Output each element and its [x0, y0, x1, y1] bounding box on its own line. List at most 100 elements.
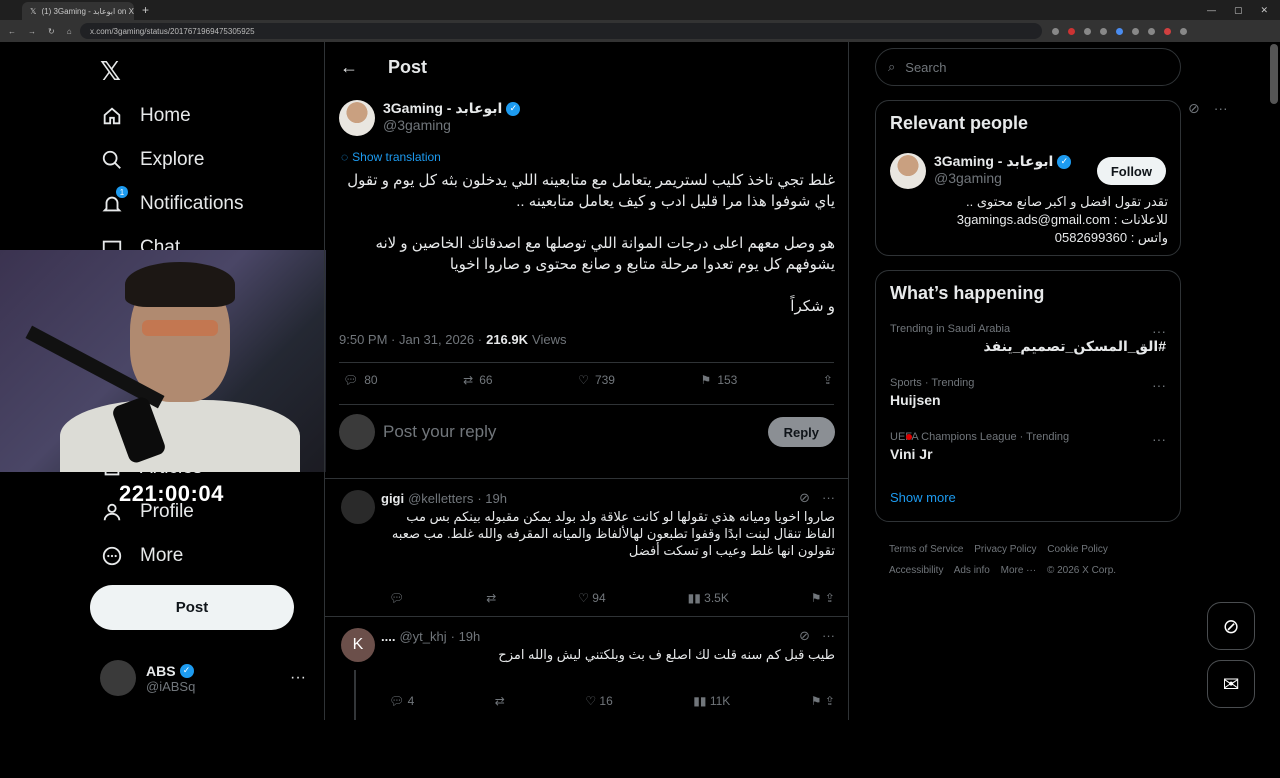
- minimize-icon[interactable]: —: [1207, 5, 1216, 16]
- footer-link[interactable]: Cookie Policy: [1047, 544, 1108, 555]
- extension-icon[interactable]: [1084, 27, 1091, 35]
- back-arrow-icon[interactable]: ←: [340, 57, 358, 78]
- bookmark-share[interactable]: ⚑ ⇪: [811, 591, 835, 605]
- views-count: 3.5K: [704, 591, 729, 605]
- extension-icon[interactable]: [1068, 27, 1075, 35]
- reply-item[interactable]: gigi @kelletters · 19h ⊘ ··· صاروا اخويا …: [339, 490, 835, 620]
- extensions-bar: [1052, 27, 1187, 35]
- menu-icon[interactable]: [1180, 27, 1187, 35]
- search-icon: ⌕: [888, 59, 896, 74]
- search-placeholder: Search: [905, 59, 947, 75]
- like-action[interactable]: ♡ 16: [585, 694, 612, 708]
- back-icon[interactable]: ←: [8, 27, 16, 36]
- reply-author-handle[interactable]: @yt_khj: [399, 629, 446, 644]
- reply-author-name[interactable]: ....: [381, 629, 395, 644]
- stream-timer: 221:00:04: [119, 481, 224, 506]
- reply-author-name[interactable]: gigi: [381, 491, 404, 506]
- grok-icon[interactable]: ⊘: [799, 628, 810, 644]
- divider: [339, 404, 834, 405]
- reply-author-handle[interactable]: @kelletters: [408, 491, 473, 506]
- extension-icon[interactable]: [1116, 27, 1123, 35]
- author-avatar[interactable]: [339, 100, 375, 136]
- bell-icon: 1: [100, 186, 128, 216]
- maximize-icon[interactable]: ▢: [1234, 5, 1243, 16]
- show-more-link[interactable]: Show more: [890, 490, 956, 505]
- author-handle[interactable]: @3gaming: [383, 117, 520, 133]
- like-action[interactable]: ♡ 739: [578, 373, 615, 387]
- reply-avatar[interactable]: K: [341, 628, 375, 662]
- author-name[interactable]: 3Gaming - ابوعابد: [383, 100, 502, 117]
- reply-action[interactable]: 💬︎ 80: [343, 373, 378, 387]
- account-switcher[interactable]: ABS ✓ @iABSq ···: [100, 660, 306, 696]
- trend-more-icon[interactable]: ···: [1152, 323, 1166, 339]
- nav-notifications[interactable]: 1 Notifications: [100, 186, 244, 216]
- browser-tabstrip: 𝕏 (1) 3Gaming - ابوعابد on X: "غلط... × …: [0, 0, 1280, 20]
- footer-link[interactable]: More ···: [1001, 565, 1037, 576]
- forward-icon[interactable]: →: [28, 27, 36, 36]
- grok-fab-icon[interactable]: ⊘: [1207, 602, 1255, 650]
- trend-more-icon[interactable]: ···: [1152, 431, 1166, 447]
- reply-action[interactable]: 💬︎ 4: [389, 694, 414, 708]
- footer-link[interactable]: Privacy Policy: [974, 544, 1036, 555]
- trend-item[interactable]: Trending in Saudi Arabia #الق_المسكن_تصم…: [876, 315, 1180, 369]
- bookmark-share[interactable]: ⚑ ⇪: [811, 694, 835, 708]
- close-window-icon[interactable]: ✕: [1260, 5, 1268, 16]
- divider: [325, 616, 848, 617]
- reply-input[interactable]: Post your reply: [383, 422, 496, 442]
- nav-explore[interactable]: Explore: [100, 148, 204, 172]
- bookmark-icon: ⚑: [700, 373, 712, 387]
- profile-avatar-icon[interactable]: [1164, 27, 1171, 35]
- follow-button[interactable]: Follow: [1096, 157, 1166, 185]
- footer-link[interactable]: Terms of Service: [889, 544, 963, 555]
- reload-icon[interactable]: ↻: [48, 27, 55, 36]
- extension-icon[interactable]: [1052, 27, 1059, 35]
- share-action[interactable]: ⇪: [823, 373, 833, 387]
- bookmark-action[interactable]: ⚑ 153: [701, 373, 738, 387]
- footer-link[interactable]: Ads info: [954, 565, 990, 576]
- avatar: [100, 660, 136, 696]
- trend-item[interactable]: UEFA Champions League · Trending Vini Jr…: [876, 423, 1180, 477]
- search-input[interactable]: ⌕ Search: [875, 48, 1181, 86]
- scrollbar[interactable]: [1270, 44, 1278, 104]
- thread-line: [354, 670, 356, 720]
- messages-fab-icon[interactable]: ✉: [1207, 660, 1255, 708]
- nav-home[interactable]: Home: [100, 104, 191, 128]
- extension-icon[interactable]: [1132, 27, 1139, 35]
- repost-icon[interactable]: ⇄: [495, 694, 505, 708]
- views-action[interactable]: ▮▮ 11K: [693, 694, 730, 708]
- avatar: [890, 153, 926, 189]
- reply-more-icon[interactable]: ···: [822, 490, 835, 506]
- x-logo-icon[interactable]: 𝕏: [100, 56, 121, 87]
- browser-tab[interactable]: 𝕏 (1) 3Gaming - ابوعابد on X: "غلط... ×: [22, 2, 134, 20]
- reply-button[interactable]: Reply: [767, 417, 835, 447]
- footer-link[interactable]: Accessibility: [889, 565, 943, 576]
- reply-icon[interactable]: 💬︎: [389, 591, 404, 605]
- home-icon: [100, 104, 124, 128]
- account-more-icon[interactable]: ···: [290, 669, 306, 687]
- show-translation-link[interactable]: ◌ Show translation: [341, 150, 441, 164]
- address-bar[interactable]: x.com/3gaming/status/2017671969475305925: [80, 23, 1042, 39]
- reply-text: طيب قبل كم سنه قلت لك اصلع ف بث وبلكتني …: [498, 647, 835, 662]
- post-button[interactable]: Post: [90, 585, 294, 630]
- repost-action[interactable]: ⇄ 66: [463, 373, 492, 387]
- new-tab-button[interactable]: +: [142, 3, 149, 17]
- nav-more[interactable]: More: [100, 544, 183, 568]
- reply-more-icon[interactable]: ···: [822, 628, 835, 644]
- extension-icon[interactable]: [1100, 27, 1107, 35]
- post-header: ← Post: [325, 42, 848, 92]
- trend-item[interactable]: Sports · Trending Huijsen ···: [876, 369, 1180, 423]
- views-action[interactable]: ▮▮ 3.5K: [688, 591, 729, 605]
- bio-line: واتس : 0582699360: [1054, 230, 1168, 245]
- grok-icon[interactable]: ⊘: [799, 490, 810, 506]
- repost-icon[interactable]: ⇄: [486, 591, 496, 605]
- translate-icon: ◌: [341, 150, 349, 164]
- reply-avatar[interactable]: [341, 490, 375, 524]
- home-icon[interactable]: ⌂: [67, 27, 72, 36]
- reply-item[interactable]: K .... @yt_khj · 19h ⊘ ··· طيب قبل كم سنه…: [339, 628, 835, 720]
- trend-more-icon[interactable]: ···: [1152, 377, 1166, 393]
- divider: [325, 478, 848, 479]
- post-timestamp[interactable]: 9:50 PM · Jan 31, 2026 ·: [339, 332, 482, 347]
- like-action[interactable]: ♡ 94: [578, 591, 605, 605]
- extension-icon[interactable]: [1148, 27, 1155, 35]
- copyright: © 2026 X Corp.: [1046, 565, 1117, 576]
